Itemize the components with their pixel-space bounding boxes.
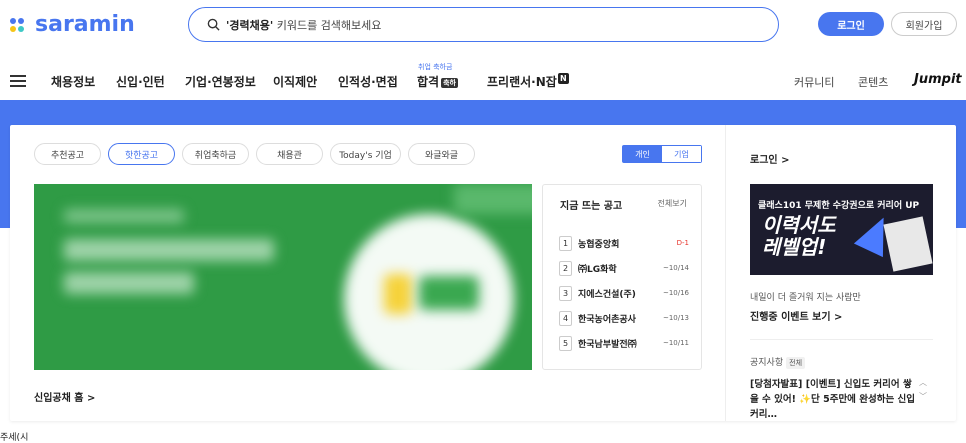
tab-recruit-hall[interactable]: 채용관 bbox=[256, 143, 323, 165]
tab-bonus[interactable]: 취업축하금 bbox=[182, 143, 249, 165]
saramin-logo[interactable]: saramin bbox=[10, 12, 135, 37]
header: saramin '경력채용' 키워드를 검색해보세요 로그인 회원가입 채용정보… bbox=[0, 0, 966, 100]
nav-sub-label: 취업 축하금 bbox=[418, 63, 453, 71]
search-input[interactable]: '경력채용' 키워드를 검색해보세요 bbox=[188, 7, 779, 42]
hot-job-row[interactable]: 1 농협중앙회 D-1 bbox=[559, 233, 689, 253]
nav-community[interactable]: 커뮤니티 bbox=[794, 74, 834, 90]
notice-nav: ︿ ﹀ bbox=[919, 376, 927, 404]
class101-ad-banner[interactable]: 클래스101 무제한 수강권으로 커리어 UP 이력서도 레벨업! bbox=[750, 184, 933, 275]
logo-dots-icon bbox=[10, 17, 32, 33]
toggle-personal[interactable]: 개인 bbox=[623, 146, 662, 162]
tab-today-company[interactable]: Today's 기업 bbox=[330, 143, 401, 165]
tab-waglewagle[interactable]: 와글와글 bbox=[408, 143, 475, 165]
nav-item-company-salary[interactable]: 기업·연봉정보 bbox=[185, 73, 256, 90]
search-placeholder: '경력채용' 키워드를 검색해보세요 bbox=[226, 18, 382, 32]
nav-item-freelancer[interactable]: 프리랜서·N잡 N bbox=[487, 73, 569, 90]
hot-job-row[interactable]: 5 한국남부발전㈜ ~10/11 bbox=[559, 333, 689, 353]
section-heading-partial: 주세(시 bbox=[0, 433, 29, 443]
nav-item-hapgyeok[interactable]: 합격 축하 bbox=[417, 73, 458, 90]
global-nav: 채용정보 신입·인턴 기업·연봉정보 이직제안 인적성·면접 취업 축하금 합격… bbox=[0, 60, 966, 100]
new-badge-icon: N bbox=[557, 73, 569, 84]
promo-banner[interactable] bbox=[34, 184, 532, 370]
nav-item-newcomer-intern[interactable]: 신입·인턴 bbox=[116, 73, 165, 90]
sidebar-login-link[interactable]: 로그인 > bbox=[750, 151, 789, 166]
notice-item[interactable]: [당첨자발표] [이벤트] 신입도 커리어 쌓을 수 있어! ✨단 5주만에 완… bbox=[750, 377, 915, 422]
sidebar-separator bbox=[750, 339, 933, 340]
tab-recommended[interactable]: 추천공고 bbox=[34, 143, 101, 165]
member-type-toggle[interactable]: 개인 기업 bbox=[622, 145, 702, 163]
hot-jobs-more-link[interactable]: 전체보기 bbox=[658, 198, 687, 209]
tab-hot[interactable]: 핫한공고 bbox=[108, 143, 175, 165]
event-link[interactable]: 진행중 이벤트 보기 > bbox=[750, 308, 842, 323]
sidebar-divider bbox=[725, 125, 726, 421]
event-subtitle: 내일이 더 즐거워 지는 사람만 bbox=[750, 293, 861, 303]
search-icon bbox=[207, 18, 220, 31]
celebrate-badge: 축하 bbox=[441, 77, 458, 88]
ad-title: 이력서도 레벨업! bbox=[762, 213, 836, 259]
newcomer-recruit-home-link[interactable]: 신입공채 홈 > bbox=[34, 389, 95, 404]
nav-item-job-offer[interactable]: 이직제안 bbox=[273, 73, 317, 90]
join-button[interactable]: 회원가입 bbox=[891, 12, 957, 36]
login-button[interactable]: 로그인 bbox=[818, 12, 884, 36]
nav-item-jobs[interactable]: 채용정보 bbox=[51, 73, 95, 90]
hot-jobs-panel: 지금 뜨는 공고 전체보기 1 농협중앙회 D-1 2 ㈜LG화학 ~10/14… bbox=[542, 184, 702, 370]
chevron-down-icon[interactable]: ﹀ bbox=[919, 390, 927, 404]
notice-label: 공지사항 전체 bbox=[750, 355, 806, 369]
resume-paper-icon bbox=[883, 216, 933, 272]
jumpit-logo[interactable]: Jumpit bbox=[914, 72, 962, 87]
hot-job-row[interactable]: 3 지에스건설(주) ~10/16 bbox=[559, 283, 689, 303]
toggle-company[interactable]: 기업 bbox=[662, 146, 701, 162]
notice-all-tag[interactable]: 전체 bbox=[786, 357, 806, 369]
chevron-up-icon[interactable]: ︿ bbox=[919, 376, 927, 390]
logo-text: saramin bbox=[35, 12, 135, 37]
nav-item-aptitude-interview[interactable]: 인적성·면접 bbox=[338, 73, 398, 90]
nav-contents[interactable]: 콘텐츠 bbox=[858, 74, 888, 90]
ad-headline: 클래스101 무제한 수강권으로 커리어 UP bbox=[758, 201, 920, 211]
hot-job-row[interactable]: 4 한국농어촌공사 ~10/13 bbox=[559, 308, 689, 328]
hot-job-row[interactable]: 2 ㈜LG화학 ~10/14 bbox=[559, 258, 689, 278]
hot-jobs-title: 지금 뜨는 공고 bbox=[560, 201, 623, 212]
hamburger-menu-icon[interactable] bbox=[10, 75, 26, 87]
